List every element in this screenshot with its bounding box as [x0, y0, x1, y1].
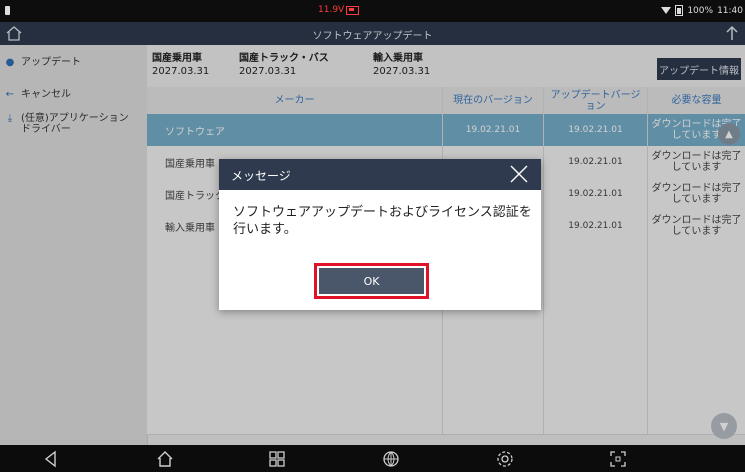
ok-button[interactable]: OK: [319, 268, 424, 294]
screenshot-icon[interactable]: [609, 450, 627, 468]
dialog-header: メッセージ: [219, 159, 541, 190]
system-nav-bar: [0, 445, 745, 472]
dialog-message: ソフトウェアアップデートおよびライセンス認証を行います。: [233, 205, 532, 237]
close-icon[interactable]: [509, 164, 529, 184]
battery-icon: [675, 5, 684, 16]
dialog-title: メッセージ: [231, 169, 291, 183]
car-battery-icon: [346, 5, 360, 15]
battery-level: 100%: [687, 5, 714, 16]
wifi-icon: [661, 7, 672, 14]
message-dialog: メッセージ ソフトウェアアップデートおよびライセンス認証を行います。 OK: [219, 159, 541, 310]
notification-icon: [5, 6, 10, 15]
ok-button-highlight: OK: [314, 263, 429, 299]
home-nav-icon[interactable]: [156, 450, 174, 468]
voltage-indicator: 11.9V: [318, 5, 360, 15]
globe-nav-icon[interactable]: [382, 450, 400, 468]
clock: 11:40: [717, 5, 743, 16]
voltage-value: 11.9V: [318, 5, 345, 15]
settings-gear-icon[interactable]: [496, 450, 514, 468]
back-icon[interactable]: [42, 450, 60, 468]
status-right: 100% 11:40: [661, 5, 743, 16]
apps-grid-icon[interactable]: [268, 450, 286, 468]
status-bar: 11.9V 100% 11:40: [0, 0, 745, 22]
